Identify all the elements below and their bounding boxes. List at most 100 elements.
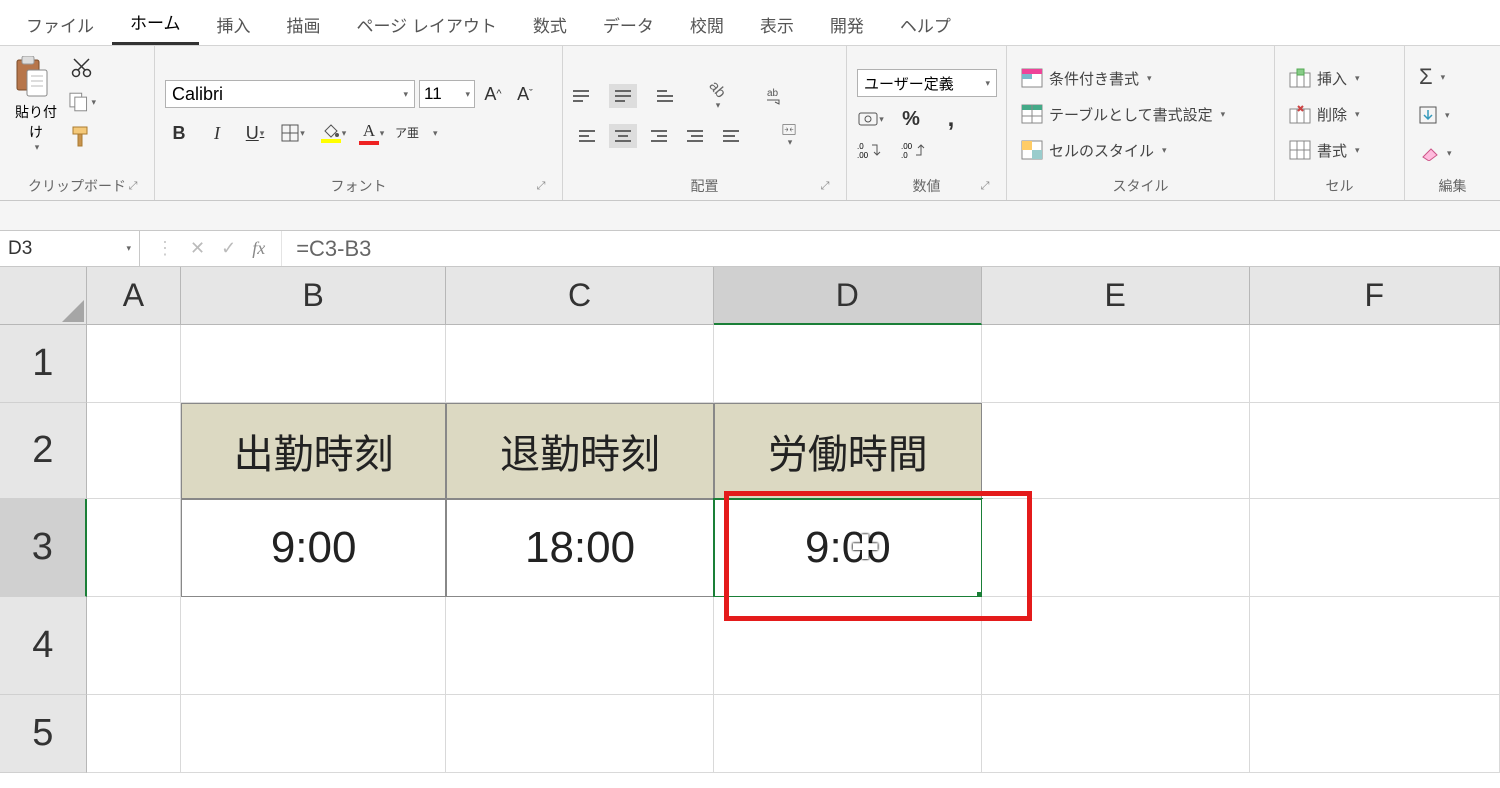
cell-A4[interactable] [87, 597, 181, 695]
tab-developer[interactable]: 開発 [812, 4, 882, 45]
percent-style-button[interactable]: % [897, 105, 925, 133]
formula-input[interactable]: =C3-B3 [281, 231, 1500, 266]
cell-E5[interactable] [982, 695, 1250, 773]
cell-C2[interactable]: 退勤時刻 [446, 403, 714, 499]
col-header-F[interactable]: F [1250, 267, 1500, 325]
insert-cells-button[interactable]: 挿入 ▾ [1285, 62, 1394, 94]
increase-indent-button[interactable] [717, 124, 745, 148]
number-dialog-launcher[interactable]: ⤢ [978, 180, 992, 194]
cell-E1[interactable] [982, 325, 1250, 403]
tab-draw[interactable]: 描画 [269, 4, 339, 45]
accounting-format-button[interactable]: ▾ [857, 105, 885, 133]
cell-D5[interactable] [714, 695, 982, 773]
alignment-dialog-launcher[interactable]: ⤢ [818, 180, 832, 194]
italic-button[interactable]: I [203, 119, 231, 147]
cell-B2[interactable]: 出勤時刻 [181, 403, 446, 499]
row-header-1[interactable]: 1 [0, 325, 87, 403]
format-cells-button[interactable]: 書式 ▾ [1285, 134, 1394, 166]
row-header-4[interactable]: 4 [0, 597, 87, 695]
align-right-button[interactable] [645, 124, 673, 148]
copy-button[interactable]: ▾ [68, 90, 96, 114]
clipboard-dialog-launcher[interactable]: ⤢ [126, 180, 140, 194]
col-header-D[interactable]: D [714, 267, 982, 325]
cell-F2[interactable] [1250, 403, 1500, 499]
row-header-2[interactable]: 2 [0, 403, 87, 499]
cell-D3[interactable]: 9:00 ✚ [714, 499, 982, 597]
fill-color-button[interactable]: ▾ [317, 118, 345, 148]
align-top-button[interactable] [573, 84, 601, 108]
format-painter-button[interactable] [68, 124, 96, 148]
cell-B3[interactable]: 9:00 [181, 499, 446, 597]
conditional-formatting-button[interactable]: 条件付き書式 ▾ [1017, 62, 1264, 94]
col-header-E[interactable]: E [982, 267, 1250, 325]
chevron-down-icon[interactable]: ▾ [433, 128, 438, 139]
cell-B5[interactable] [181, 695, 446, 773]
cell-B1[interactable] [181, 325, 446, 403]
col-header-A[interactable]: A [87, 267, 181, 325]
cell-styles-button[interactable]: セルのスタイル ▾ [1017, 134, 1264, 166]
format-as-table-button[interactable]: テーブルとして書式設定 ▾ [1017, 98, 1264, 130]
tab-home[interactable]: ホーム [112, 1, 199, 45]
cell-D2[interactable]: 労働時間 [714, 403, 982, 499]
delete-cells-button[interactable]: 削除 ▾ [1285, 98, 1394, 130]
align-center-button[interactable] [609, 124, 637, 148]
underline-button[interactable]: U▾ [241, 119, 269, 147]
tab-view[interactable]: 表示 [742, 4, 812, 45]
border-button[interactable]: ▾ [279, 119, 307, 147]
font-dialog-launcher[interactable]: ⤢ [534, 180, 548, 194]
cut-button[interactable] [68, 56, 96, 80]
tab-data[interactable]: データ [585, 4, 672, 45]
cell-C4[interactable] [446, 597, 714, 695]
tab-page-layout[interactable]: ページ レイアウト [339, 4, 515, 45]
cell-F1[interactable] [1250, 325, 1500, 403]
cell-E2[interactable] [982, 403, 1250, 499]
tab-file[interactable]: ファイル [8, 4, 112, 45]
font-color-button[interactable]: A ▾ [355, 118, 383, 148]
cell-D4[interactable] [714, 597, 982, 695]
tab-help[interactable]: ヘルプ [882, 4, 969, 45]
paste-dropdown-icon[interactable]: ▾ [12, 142, 62, 153]
phonetic-button[interactable]: ア亜 [393, 119, 421, 147]
align-left-button[interactable] [573, 124, 601, 148]
cell-A1[interactable] [87, 325, 181, 403]
increase-decimal-button[interactable]: .0.00 [857, 141, 881, 159]
number-format-combo[interactable]: ユーザー定義 ▾ [857, 69, 997, 97]
cell-F5[interactable] [1250, 695, 1500, 773]
cell-F4[interactable] [1250, 597, 1500, 695]
cell-E3[interactable] [982, 499, 1250, 597]
tab-review[interactable]: 校閲 [672, 4, 742, 45]
name-box[interactable]: D3 ▾ [0, 231, 140, 267]
increase-font-button[interactable]: A^ [479, 80, 507, 108]
cell-F3[interactable] [1250, 499, 1500, 597]
row-header-3[interactable]: 3 [0, 499, 87, 597]
font-name-combo[interactable]: Calibri ▾ [165, 80, 415, 108]
select-all-button[interactable] [0, 267, 87, 325]
cell-A3[interactable] [87, 499, 181, 597]
cell-E4[interactable] [982, 597, 1250, 695]
clear-button[interactable]: ▾ [1415, 137, 1490, 169]
decrease-font-button[interactable]: Aˇ [511, 80, 539, 108]
col-header-C[interactable]: C [446, 267, 714, 325]
bold-button[interactable]: B [165, 119, 193, 147]
autosum-button[interactable]: Σ ▾ [1415, 61, 1490, 93]
cell-C3[interactable]: 18:00 [446, 499, 714, 597]
font-size-combo[interactable]: 11 ▾ [419, 80, 475, 108]
comma-style-button[interactable]: , [937, 105, 965, 133]
col-header-B[interactable]: B [181, 267, 446, 325]
confirm-formula-button[interactable]: ✓ [221, 238, 236, 259]
paste-button[interactable]: 貼り付け ▾ [10, 52, 62, 172]
fill-button[interactable]: ▾ [1415, 99, 1490, 131]
merge-center-button[interactable]: ▾ [775, 124, 803, 148]
row-header-5[interactable]: 5 [0, 695, 87, 773]
align-bottom-button[interactable] [645, 84, 673, 108]
tab-formulas[interactable]: 数式 [515, 4, 585, 45]
cell-C5[interactable] [446, 695, 714, 773]
insert-function-button[interactable]: fx [252, 238, 265, 259]
cell-A2[interactable] [87, 403, 181, 499]
cell-D1[interactable] [714, 325, 982, 403]
cell-C1[interactable] [446, 325, 714, 403]
tab-insert[interactable]: 挿入 [199, 4, 269, 45]
decrease-indent-button[interactable] [681, 124, 709, 148]
decrease-decimal-button[interactable]: .00.0 [901, 141, 925, 159]
cancel-formula-button[interactable]: ✕ [190, 238, 205, 259]
